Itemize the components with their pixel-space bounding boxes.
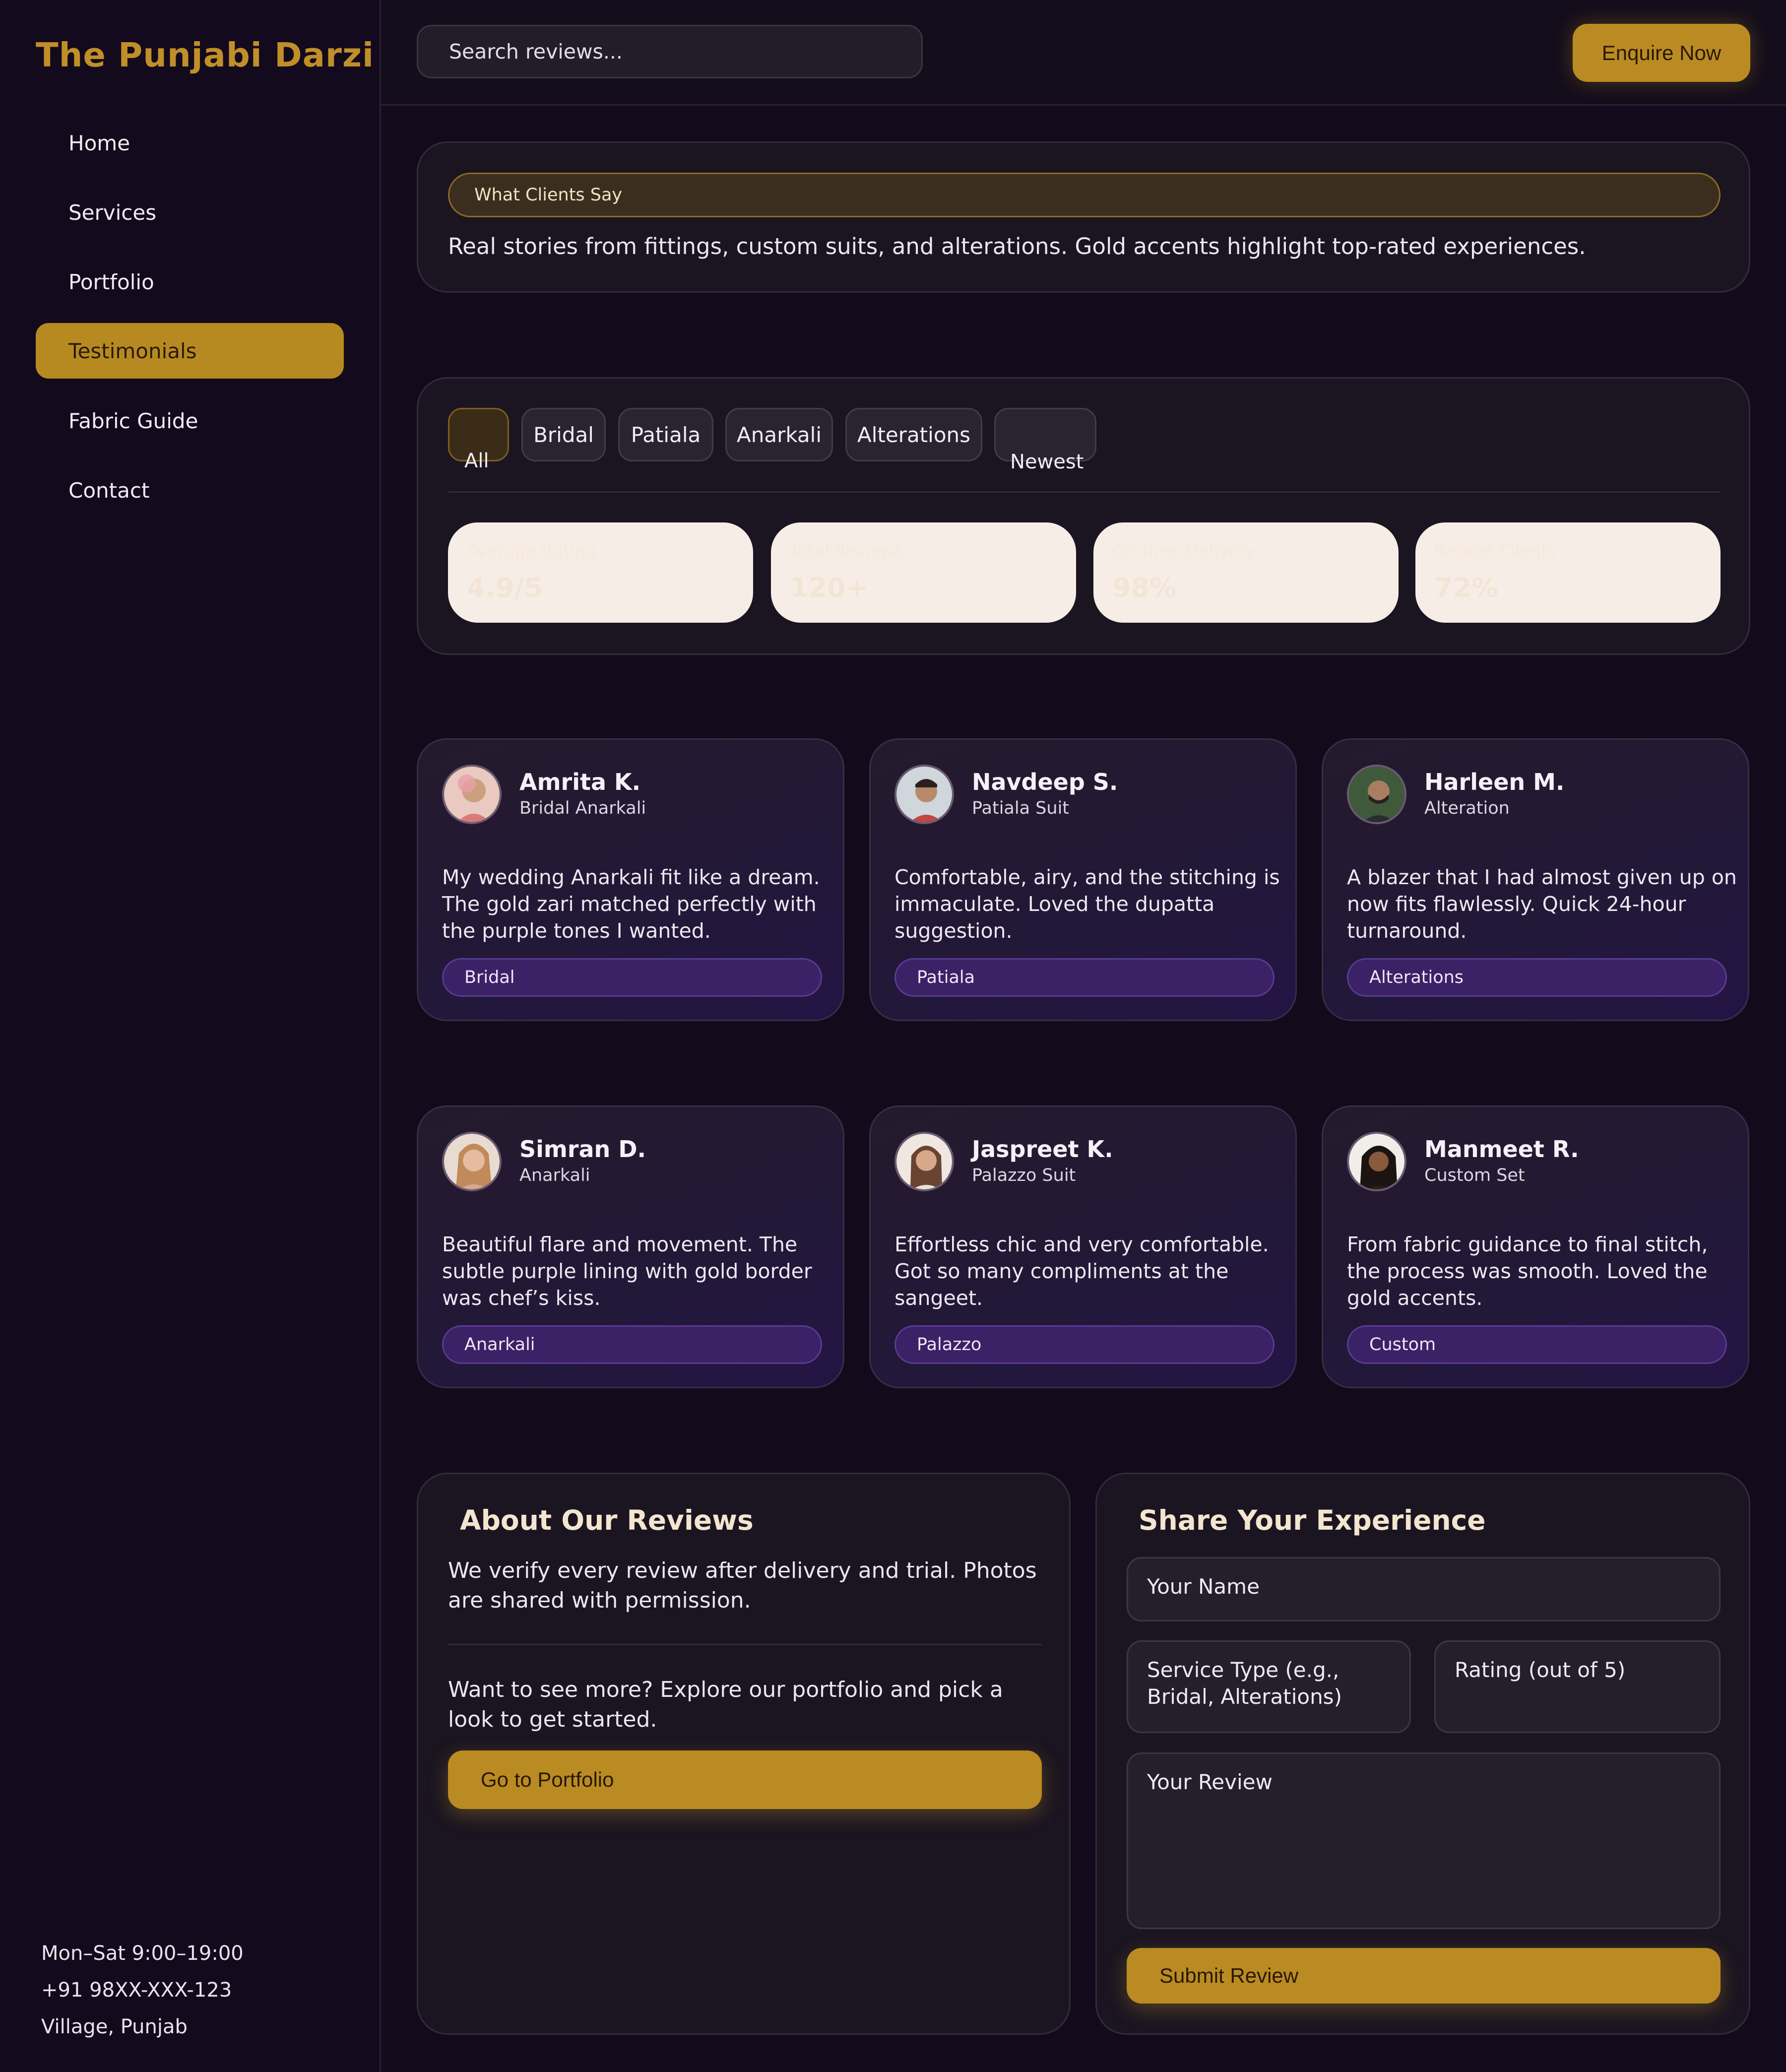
enquire-now-button[interactable]: Enquire Now bbox=[1573, 24, 1750, 82]
avatar bbox=[442, 765, 502, 824]
avatar bbox=[894, 765, 954, 824]
filter-chip-patiala[interactable]: Patiala bbox=[618, 408, 713, 461]
stat-label: Average Rating bbox=[467, 541, 596, 561]
review-tag: Patiala bbox=[894, 958, 1275, 997]
search-input[interactable] bbox=[417, 25, 923, 78]
avatar bbox=[442, 1132, 502, 1191]
location: Village, Punjab bbox=[41, 2015, 188, 2038]
stat-card-repeat-clients: Repeat Clients 72% bbox=[1415, 522, 1721, 623]
business-hours: Mon–Sat 9:00–19:00 bbox=[41, 1942, 244, 1965]
review-text: Comfortable, airy, and the stitching is … bbox=[894, 865, 1280, 943]
go-to-portfolio-button[interactable]: Go to Portfolio bbox=[448, 1750, 1042, 1809]
reviewer-name: Jaspreet K. bbox=[972, 1136, 1113, 1163]
filter-chip-anarkali[interactable]: Anarkali bbox=[725, 408, 833, 461]
stat-label: On-time Delivery bbox=[1112, 541, 1256, 561]
about-title: About Our Reviews bbox=[460, 1504, 754, 1536]
brand-logo[interactable]: The Punjabi Darzi bbox=[36, 36, 374, 74]
reviewer-name: Amrita K. bbox=[519, 769, 641, 795]
intro-text: Real stories from fittings, custom suits… bbox=[448, 233, 1586, 259]
contact-info: Mon–Sat 9:00–19:00 +91 98XX-XXX-123 Vill… bbox=[41, 1935, 244, 2045]
review-card: Navdeep S. Patiala Suit Comfortable, air… bbox=[869, 738, 1297, 1021]
review-card: Harleen M. Alteration A blazer that I ha… bbox=[1322, 738, 1749, 1021]
review-text: From fabric guidance to final stitch, th… bbox=[1347, 1232, 1708, 1310]
divider bbox=[448, 1644, 1042, 1645]
stat-value: 4.9/5 bbox=[467, 572, 543, 603]
review-text: My wedding Anarkali fit like a dream. Th… bbox=[442, 865, 820, 943]
stat-value: 120+ bbox=[790, 572, 868, 603]
reviewer-name: Simran D. bbox=[519, 1136, 646, 1163]
review-tag: Bridal bbox=[442, 958, 822, 997]
review-tag: Custom bbox=[1347, 1325, 1727, 1364]
sort-select-label[interactable]: Newest bbox=[1010, 451, 1084, 473]
nav-item-home[interactable]: Home bbox=[36, 115, 344, 171]
reviewer-service: Bridal Anarkali bbox=[519, 798, 646, 818]
review-tag: Anarkali bbox=[442, 1325, 822, 1364]
review-textarea[interactable]: Your Review bbox=[1127, 1752, 1721, 1929]
sidebar: The Punjabi Darzi Home Services Portfoli… bbox=[0, 0, 381, 2072]
reviewer-service: Anarkali bbox=[519, 1166, 590, 1185]
stat-label: Total Reviews bbox=[790, 541, 904, 561]
phone-number: +91 98XX-XXX-123 bbox=[41, 1979, 232, 2002]
review-tag: Alterations bbox=[1347, 958, 1727, 997]
nav-item-testimonials[interactable]: Testimonials bbox=[36, 323, 344, 379]
avatar bbox=[894, 1132, 954, 1191]
reviewer-service: Patiala Suit bbox=[972, 798, 1070, 818]
divider bbox=[448, 491, 1721, 493]
section-label: What Clients Say bbox=[448, 173, 1721, 217]
stat-card-on-time-delivery: On-time Delivery 98% bbox=[1093, 522, 1399, 623]
about-text: We verify every review after delivery an… bbox=[448, 1558, 1037, 1613]
reviewer-service: Custom Set bbox=[1424, 1166, 1525, 1185]
filter-chip-alterations[interactable]: Alterations bbox=[845, 408, 982, 461]
stat-value: 98% bbox=[1112, 572, 1177, 603]
review-text: A blazer that I had almost given up on n… bbox=[1347, 865, 1737, 943]
service-type-field[interactable]: Service Type (e.g., Bridal, Alterations) bbox=[1127, 1640, 1411, 1733]
nav-item-contact[interactable]: Contact bbox=[36, 462, 344, 518]
about-cta-text: Want to see more? Explore our portfolio … bbox=[448, 1677, 1003, 1732]
stat-card-average-rating: Average Rating 4.9/5 bbox=[448, 522, 753, 623]
review-card: Amrita K. Bridal Anarkali My wedding Ana… bbox=[417, 738, 844, 1021]
review-text: Beautiful flare and movement. The subtle… bbox=[442, 1232, 812, 1310]
nav-item-fabric-guide[interactable]: Fabric Guide bbox=[36, 393, 344, 449]
avatar bbox=[1347, 765, 1406, 824]
review-card: Manmeet R. Custom Set From fabric guidan… bbox=[1322, 1105, 1749, 1388]
nav-item-services[interactable]: Services bbox=[36, 185, 344, 240]
stat-card-total-reviews: Total Reviews 120+ bbox=[771, 522, 1076, 623]
name-field[interactable]: Your Name bbox=[1127, 1557, 1721, 1621]
submit-review-button[interactable]: Submit Review bbox=[1127, 1948, 1721, 2004]
review-card: Simran D. Anarkali Beautiful flare and m… bbox=[417, 1105, 844, 1388]
avatar bbox=[1347, 1132, 1406, 1191]
review-text: Effortless chic and very comfortable. Go… bbox=[894, 1232, 1269, 1310]
filter-chip-bridal[interactable]: Bridal bbox=[521, 408, 606, 461]
reviewer-service: Alteration bbox=[1424, 798, 1510, 818]
stat-label: Repeat Clients bbox=[1434, 541, 1557, 561]
reviewer-name: Navdeep S. bbox=[972, 769, 1118, 795]
nav-item-portfolio[interactable]: Portfolio bbox=[36, 254, 344, 310]
stat-value: 72% bbox=[1434, 572, 1499, 603]
filter-chip-all-label[interactable]: All bbox=[464, 450, 489, 472]
reviewer-name: Harleen M. bbox=[1424, 769, 1565, 795]
review-card: Jaspreet K. Palazzo Suit Effortless chic… bbox=[869, 1105, 1297, 1388]
reviewer-name: Manmeet R. bbox=[1424, 1136, 1579, 1163]
reviewer-service: Palazzo Suit bbox=[972, 1166, 1076, 1185]
form-title: Share Your Experience bbox=[1139, 1504, 1486, 1536]
review-tag: Palazzo bbox=[894, 1325, 1275, 1364]
rating-field[interactable]: Rating (out of 5) bbox=[1434, 1640, 1721, 1733]
